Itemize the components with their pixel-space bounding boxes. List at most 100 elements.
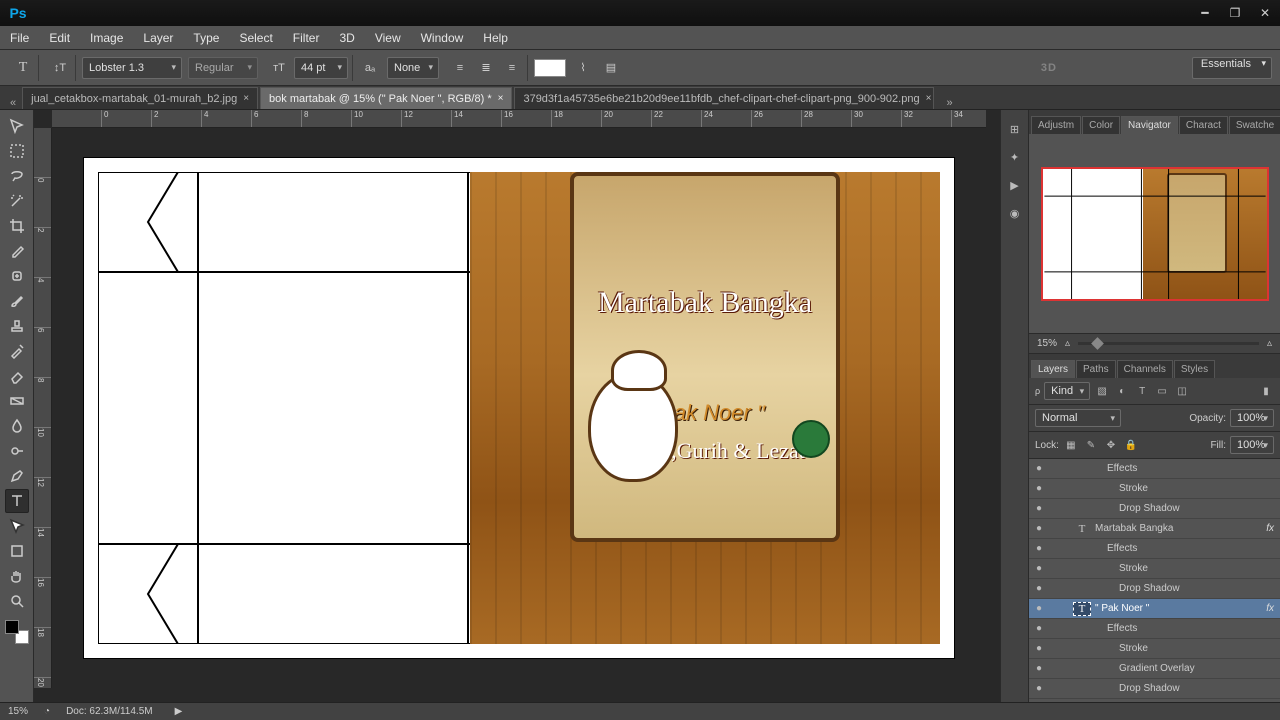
menu-view[interactable]: View [365,31,411,45]
panel-tab-styles[interactable]: Styles [1174,360,1215,378]
menu-select[interactable]: Select [229,31,282,45]
layer-row[interactable]: ●TMartabak Bangkafx [1029,519,1280,539]
path-tool[interactable] [5,514,29,538]
eraser-tool[interactable] [5,364,29,388]
menu-edit[interactable]: Edit [39,31,80,45]
mode-3d-icon[interactable]: 3D [1038,57,1060,79]
visibility-icon[interactable]: ● [1029,483,1049,494]
eyedropper-tool[interactable] [5,239,29,263]
font-size-dropdown[interactable]: 44 pt [294,57,348,79]
workspace-switcher[interactable]: Essentials [1192,57,1272,79]
filter-type-icon[interactable]: T [1134,383,1150,399]
ruler-vertical[interactable]: 0246810121416182022 [34,128,52,688]
layer-row[interactable]: ●T" Pak Noer "fx [1029,599,1280,619]
visibility-icon[interactable]: ● [1029,543,1049,554]
gradient-tool[interactable] [5,389,29,413]
marquee-tool[interactable] [5,139,29,163]
healing-tool[interactable] [5,264,29,288]
history-brush-tool[interactable] [5,339,29,363]
layer-row[interactable]: ●Effects [1029,619,1280,639]
align-center-icon[interactable]: ≣ [475,57,497,79]
visibility-icon[interactable]: ● [1029,583,1049,594]
menu-help[interactable]: Help [473,31,518,45]
panel-icon[interactable]: ⊞ [1006,120,1024,138]
lock-trans-icon[interactable]: ▦ [1063,437,1079,453]
font-weight-dropdown[interactable]: Regular [188,57,258,79]
filter-shape-icon[interactable]: ▭ [1154,383,1170,399]
visibility-icon[interactable]: ● [1029,563,1049,574]
menu-file[interactable]: File [0,31,39,45]
layer-row[interactable]: ●Stroke [1029,479,1280,499]
panel-tab-character[interactable]: Charact [1179,116,1228,134]
layer-row[interactable]: ●Stroke [1029,559,1280,579]
shape-tool[interactable] [5,539,29,563]
close-icon[interactable]: × [926,93,932,104]
stamp-tool[interactable] [5,314,29,338]
tab-scroll-right[interactable]: » [940,97,958,109]
visibility-icon[interactable]: ● [1029,663,1049,674]
filter-toggle[interactable]: ▮ [1258,383,1274,399]
visibility-icon[interactable]: ● [1029,683,1049,694]
zoom-in-icon[interactable]: ▵ [1267,338,1272,349]
navigator-thumbnail[interactable] [1041,167,1269,301]
align-left-icon[interactable]: ≡ [449,57,471,79]
lock-pos-icon[interactable]: ✥ [1103,437,1119,453]
layers-list[interactable]: ●Effects●Stroke●Drop Shadow●TMartabak Ba… [1029,459,1280,702]
hand-tool[interactable] [5,564,29,588]
warp-text-icon[interactable]: ⌇ [572,57,594,79]
visibility-icon[interactable]: ● [1029,463,1049,474]
panel-icon[interactable]: ▶ [1006,176,1024,194]
brush-tool[interactable] [5,289,29,313]
layer-row[interactable]: ●Effects [1029,539,1280,559]
menu-type[interactable]: Type [183,31,229,45]
visibility-icon[interactable]: ● [1029,643,1049,654]
menu-window[interactable]: Window [411,31,474,45]
layer-row[interactable]: ●Stroke [1029,639,1280,659]
opacity-input[interactable]: 100% [1230,409,1274,427]
panel-icon[interactable]: ✦ [1006,148,1024,166]
panel-tab-swatches[interactable]: Swatche [1229,116,1280,134]
layer-filter-dropdown[interactable]: Kind [1044,382,1090,400]
tool-preset-icon[interactable]: T [12,57,34,79]
viewport[interactable]: Martabak Bangka Pak Noer Nikmat,Gurih & … [52,128,986,688]
panel-tab-layers[interactable]: Layers [1031,360,1075,378]
dodge-tool[interactable] [5,439,29,463]
move-tool[interactable] [5,114,29,138]
layer-row[interactable]: ●Gradient Overlay [1029,659,1280,679]
visibility-icon[interactable]: ● [1029,503,1049,514]
close-icon[interactable]: × [243,93,249,104]
status-zoom[interactable]: 15% [8,706,28,717]
zoom-slider[interactable] [1078,342,1259,345]
status-menu-icon[interactable]: ▶ [175,706,183,717]
visibility-icon[interactable]: ● [1029,623,1049,634]
menu-image[interactable]: Image [80,31,133,45]
filter-smart-icon[interactable]: ◫ [1174,383,1190,399]
pen-tool[interactable] [5,464,29,488]
layer-row[interactable]: ●Effects [1029,459,1280,479]
blend-mode-dropdown[interactable]: Normal [1035,409,1121,427]
tab-scroll-left[interactable]: « [4,97,22,109]
panel-icon[interactable]: ◉ [1006,204,1024,222]
text-color-swatch[interactable] [534,59,566,77]
color-swatches[interactable] [5,620,29,644]
layer-row[interactable]: ●Drop Shadow [1029,679,1280,699]
window-minimize[interactable]: ━ [1190,0,1220,26]
layer-row[interactable]: ●Drop Shadow [1029,579,1280,599]
menu-3d[interactable]: 3D [329,31,364,45]
panel-tab-adjustments[interactable]: Adjustm [1031,116,1081,134]
menu-layer[interactable]: Layer [133,31,183,45]
blur-tool[interactable] [5,414,29,438]
crop-tool[interactable] [5,214,29,238]
panel-tab-color[interactable]: Color [1082,116,1120,134]
wand-tool[interactable] [5,189,29,213]
close-icon[interactable]: × [498,93,504,104]
window-close[interactable]: ✕ [1250,0,1280,26]
filter-pixel-icon[interactable]: ▧ [1094,383,1110,399]
lasso-tool[interactable] [5,164,29,188]
fx-badge[interactable]: fx [1266,523,1274,534]
ruler-horizontal[interactable]: 0246810121416182022242628303234363840 [52,110,986,128]
document-tab[interactable]: bok martabak @ 15% (" Pak Noer ", RGB/8)… [260,87,512,109]
panel-tab-navigator[interactable]: Navigator [1121,116,1178,134]
panel-tab-paths[interactable]: Paths [1076,360,1116,378]
antialias-dropdown[interactable]: None [387,57,439,79]
